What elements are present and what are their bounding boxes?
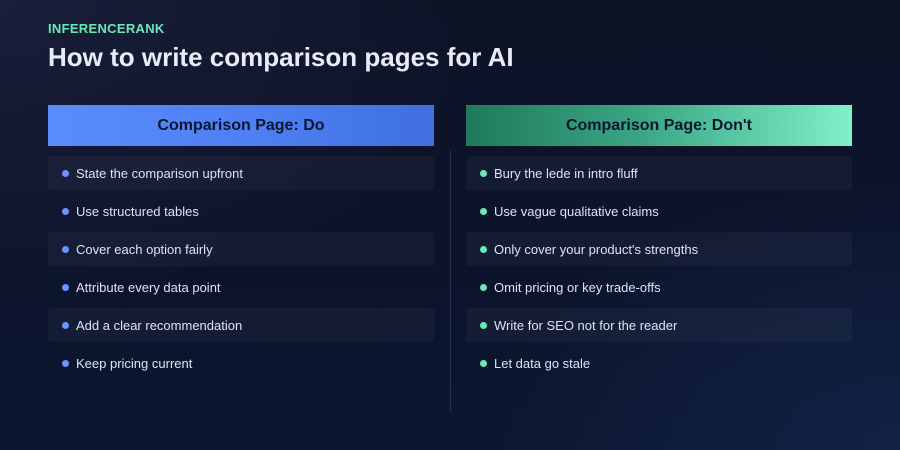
page-title: How to write comparison pages for AI [48,42,514,72]
brand-label: INFERENCERANK [48,21,165,36]
column-divider [450,150,451,412]
bullet-dot-icon [480,169,487,177]
bullet-dot-icon [62,245,69,253]
do-column: Comparison Page: Do State the comparison… [48,105,434,384]
do-list-item: State the comparison upfront [48,156,434,190]
dont-list-item: Let data go stale [466,346,852,380]
bullet-dot-icon [62,283,69,291]
do-list-item: Attribute every data point [48,270,434,304]
bullet-dot-icon [480,245,487,253]
dont-list-item: Only cover your product's strengths [466,232,852,266]
do-item-text: Use structured tables [76,203,199,219]
do-item-text: State the comparison upfront [76,165,243,181]
bullet-dot-icon [480,321,487,329]
do-item-text: Add a clear recommendation [76,317,243,333]
dont-list-item: Use vague qualitative claims [466,194,852,228]
do-list: State the comparison upfront Use structu… [48,156,434,380]
dont-list-item: Bury the lede in intro fluff [466,156,852,190]
dont-list-item: Write for SEO not for the reader [466,308,852,342]
bullet-dot-icon [62,169,69,177]
dont-list: Bury the lede in intro fluff Use vague q… [466,156,852,380]
dont-column: Comparison Page: Don't Bury the lede in … [466,105,852,384]
dont-list-item: Omit pricing or key trade-offs [466,270,852,304]
do-column-header: Comparison Page: Do [48,105,434,146]
do-item-text: Keep pricing current [76,355,193,371]
bullet-dot-icon [480,359,487,367]
dont-item-text: Write for SEO not for the reader [494,317,678,333]
do-list-item: Add a clear recommendation [48,308,434,342]
bullet-dot-icon [480,283,487,291]
dont-item-text: Only cover your product's strengths [494,241,699,257]
dont-item-text: Let data go stale [494,355,591,371]
dont-item-text: Omit pricing or key trade-offs [494,279,661,295]
do-list-item: Keep pricing current [48,346,434,380]
dont-item-text: Use vague qualitative claims [494,203,659,219]
bullet-dot-icon [62,359,69,367]
do-list-item: Use structured tables [48,194,434,228]
bullet-dot-icon [480,207,487,215]
do-list-item: Cover each option fairly [48,232,434,266]
dont-column-header: Comparison Page: Don't [466,105,852,146]
do-item-text: Cover each option fairly [76,241,213,257]
do-item-text: Attribute every data point [76,279,221,295]
bullet-dot-icon [62,321,69,329]
dont-item-text: Bury the lede in intro fluff [494,165,638,181]
bullet-dot-icon [62,207,69,215]
